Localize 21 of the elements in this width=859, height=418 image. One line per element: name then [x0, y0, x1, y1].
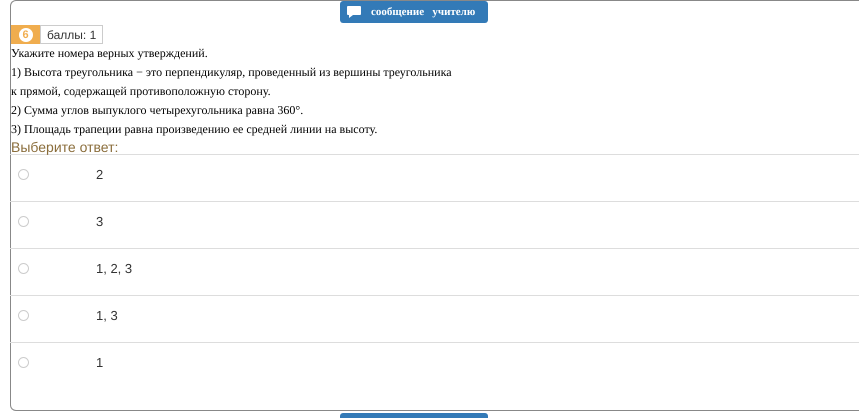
points-label: баллы: 1	[40, 25, 104, 44]
answer-option[interactable]: 1	[10, 342, 859, 389]
message-teacher-button[interactable]: сообщение учителю	[340, 1, 488, 23]
radio-button[interactable]	[18, 169, 29, 180]
answer-option[interactable]: 1, 3	[10, 295, 859, 342]
answer-option[interactable]: 2	[10, 154, 859, 201]
radio-button[interactable]	[18, 263, 29, 274]
comment-icon	[347, 6, 361, 18]
answer-option[interactable]: 3	[10, 201, 859, 248]
question-number-badge: 6	[11, 25, 40, 44]
answer-option[interactable]: 1, 2, 3	[10, 248, 859, 295]
question-text-line: 3) Площадь трапеции равна произведению ее средней линии на высоту.	[11, 121, 378, 138]
answer-prompt: Выберите ответ:	[11, 140, 120, 155]
question-text-line: 2) Сумма углов выпуклого четырехугольника равна 360°.	[11, 102, 304, 119]
radio-button[interactable]	[18, 357, 29, 368]
question-text-line: к прямой, содержащей противоположную сторону.	[11, 83, 272, 100]
question-text-line: Укажите номера верных утверждений.	[11, 45, 209, 62]
question-text-line: 1) Высота треугольника − это перпендикуляр, проведенный из вершины треугольника	[11, 64, 453, 81]
radio-button[interactable]	[18, 216, 29, 227]
button-edge[interactable]	[340, 413, 488, 418]
radio-button[interactable]	[18, 310, 29, 321]
